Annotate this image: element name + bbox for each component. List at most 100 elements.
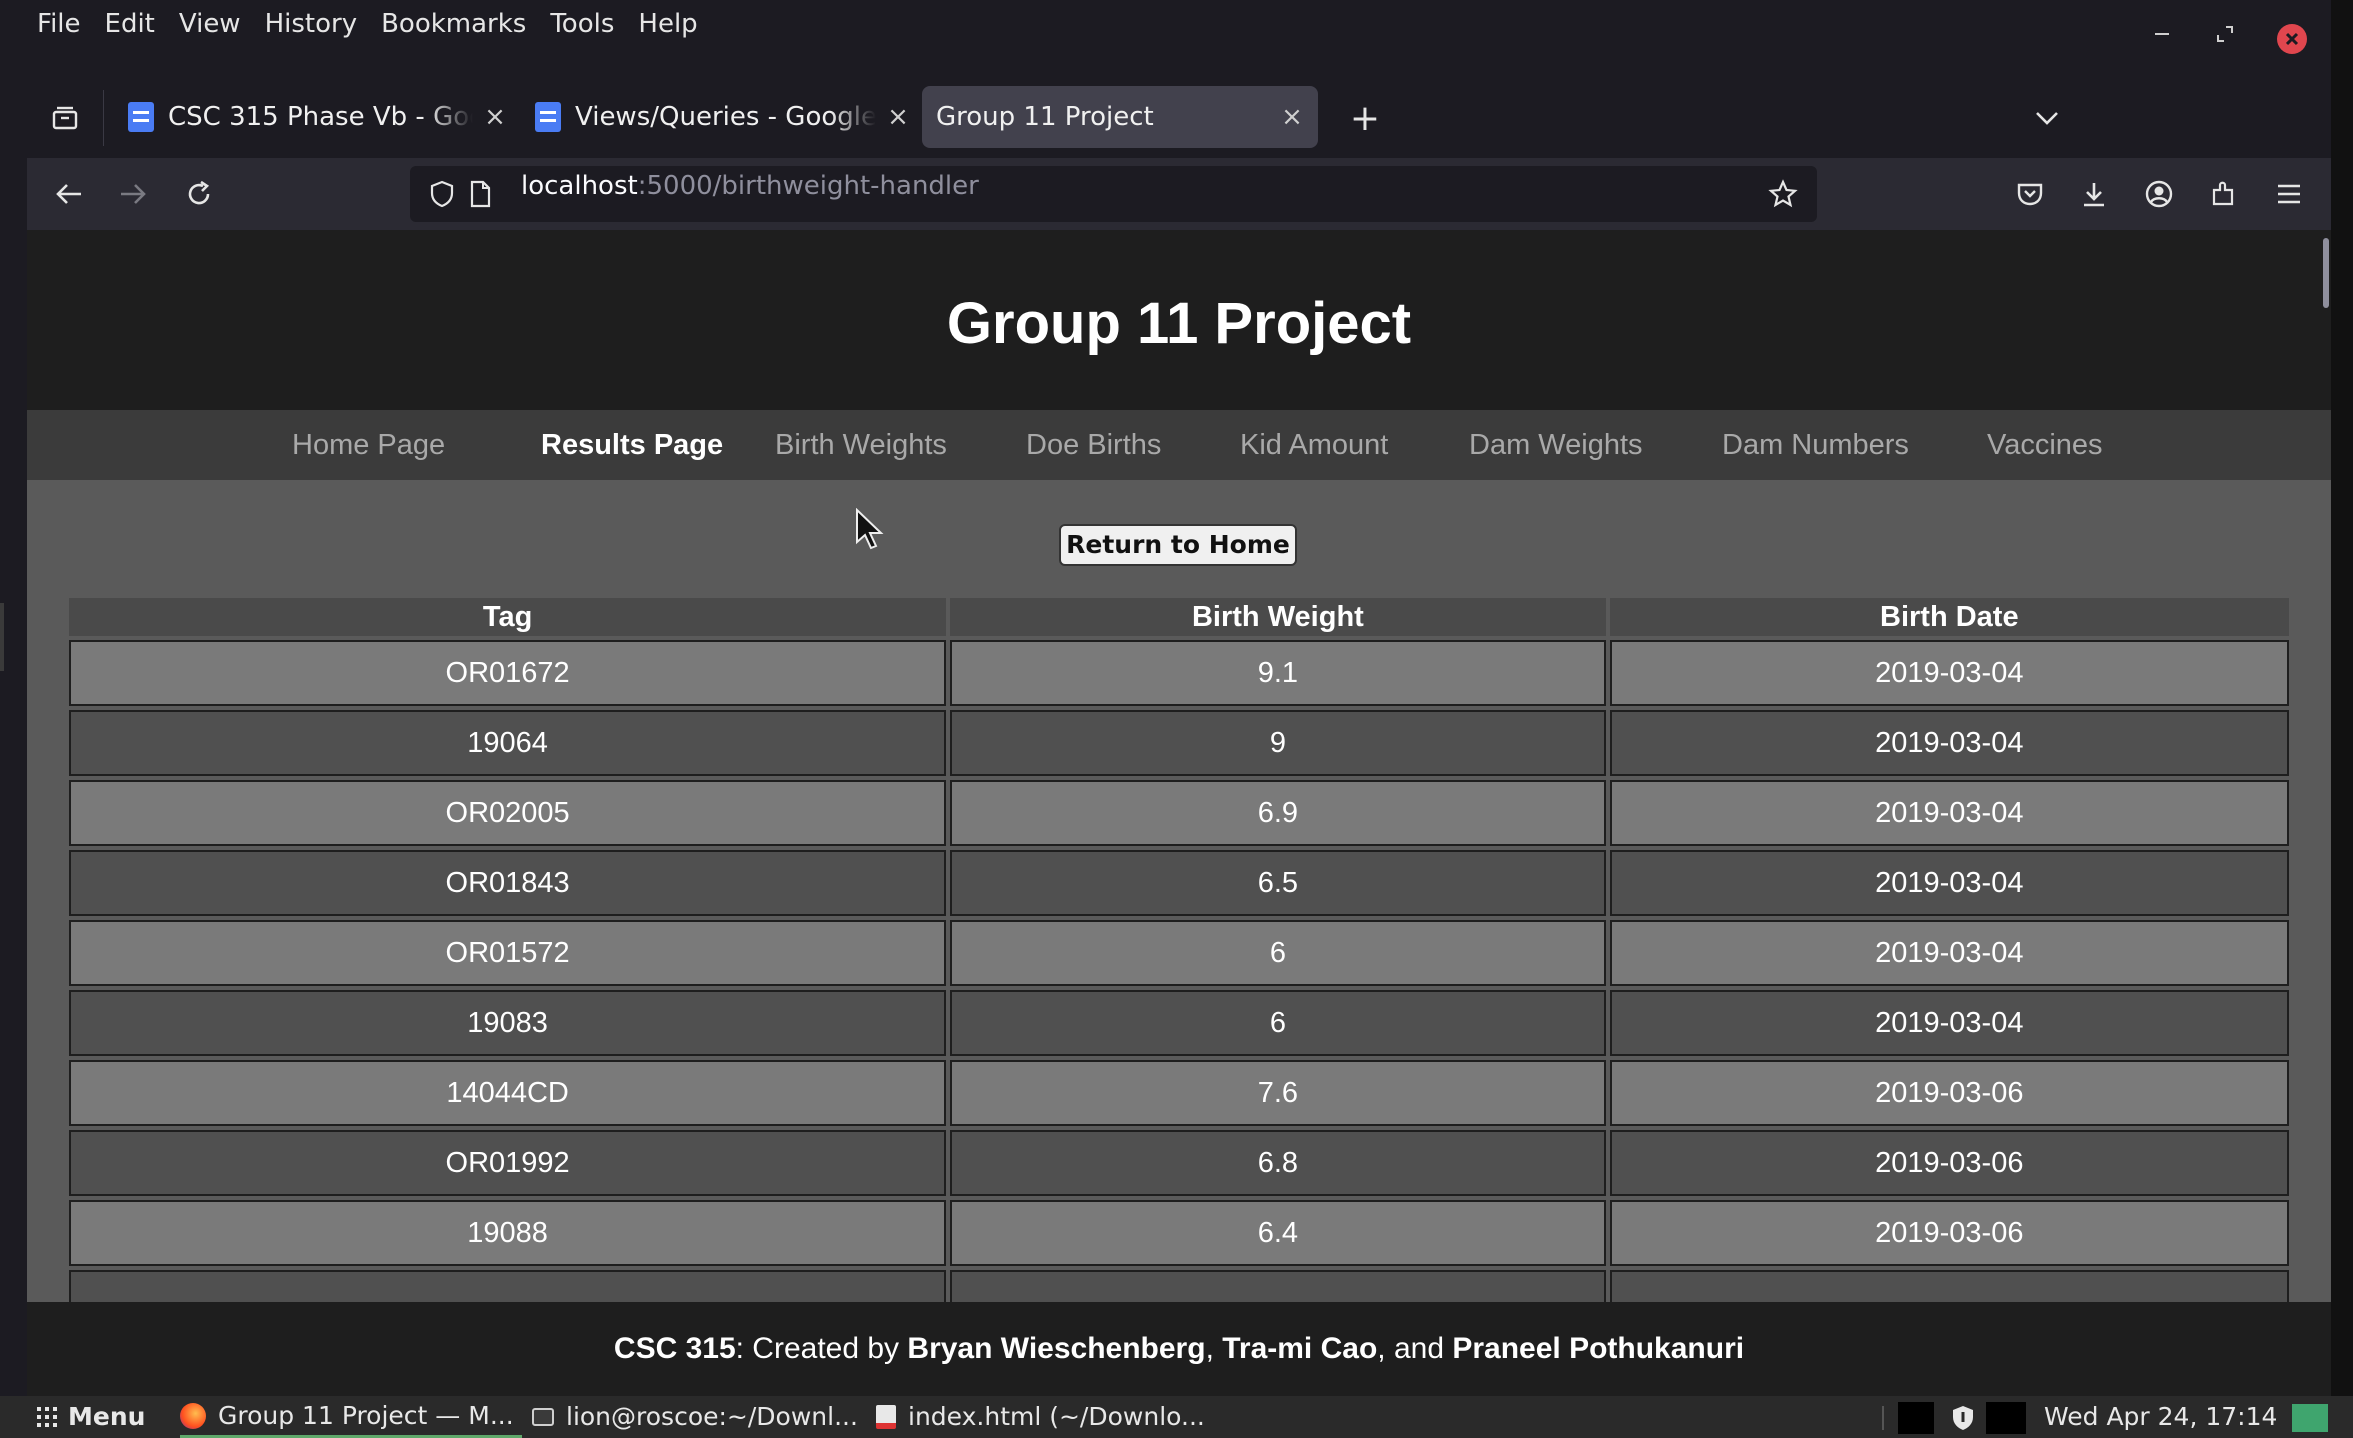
cell-tag: OR01572 <box>69 920 947 986</box>
terminal-icon <box>532 1408 554 1426</box>
nav-dam-numbers[interactable]: Dam Numbers <box>1722 410 1909 480</box>
site-footer: CSC 315: Created by Bryan Wieschenberg , … <box>27 1302 2331 1396</box>
menu-history[interactable]: History <box>253 9 370 39</box>
tab-views-queries-doc[interactable]: Views/Queries - Google Docs × <box>521 86 924 148</box>
tab-label: Group 11 Project <box>936 102 1154 132</box>
minimize-icon[interactable] <box>2151 22 2175 46</box>
tab-separator <box>103 90 104 146</box>
maximize-icon[interactable] <box>2213 22 2237 46</box>
bookmark-star-icon[interactable] <box>1763 174 1803 214</box>
tab-group11-project[interactable]: Group 11 Project × <box>922 86 1318 148</box>
page-info-icon[interactable] <box>460 174 500 214</box>
system-clock[interactable]: Wed Apr 24, 17:14 <box>2044 1396 2277 1438</box>
tab-close-icon[interactable]: × <box>886 102 910 132</box>
table-row: 19083 6 2019-03-04 <box>69 990 2289 1056</box>
menu-bookmarks[interactable]: Bookmarks <box>369 9 538 39</box>
cell-tag: 14044CD <box>69 1060 947 1126</box>
taskbar-item-firefox[interactable]: Group 11 Project — M... <box>180 1396 522 1438</box>
tray-icon-blank[interactable] <box>1898 1402 1934 1434</box>
shield-icon[interactable] <box>422 174 462 214</box>
forward-arrow-icon[interactable] <box>113 174 153 214</box>
footer-author-1: Bryan Wieschenberg <box>907 1332 1206 1365</box>
cell-tag: 19088 <box>69 1200 947 1266</box>
back-arrow-icon[interactable] <box>49 174 89 214</box>
menu-file[interactable]: File <box>27 9 93 39</box>
cell-birth-weight: 6.5 <box>950 850 1606 916</box>
vertical-scrollbar[interactable] <box>2323 238 2329 308</box>
start-menu-button[interactable]: Menu <box>36 1396 145 1438</box>
cell-birth-weight: 6.9 <box>950 780 1606 846</box>
cell-birth-weight: 6 <box>950 920 1606 986</box>
nav-dam-weights[interactable]: Dam Weights <box>1469 410 1643 480</box>
table-row: OR01572 6 2019-03-04 <box>69 920 2289 986</box>
account-icon[interactable] <box>2139 174 2179 214</box>
nav-results-page[interactable]: Results Page <box>541 410 723 480</box>
security-shield-icon[interactable] <box>1948 1402 1978 1434</box>
show-desktop-icon[interactable] <box>2292 1404 2328 1432</box>
extensions-icon[interactable] <box>2204 174 2244 214</box>
taskbar-item-terminal[interactable]: lion@roscoe:~/Downl... <box>532 1396 858 1438</box>
taskbar-item-label: Group 11 Project — M... <box>218 1400 514 1430</box>
cell-birth-date: 2019-03-04 <box>1609 920 2289 986</box>
desktop-left-edge <box>0 0 27 1438</box>
cell-birth-weight <box>950 1270 1606 1302</box>
nav-vaccines[interactable]: Vaccines <box>1987 410 2103 480</box>
os-taskbar: Menu Group 11 Project — M... lion@roscoe… <box>0 1396 2353 1438</box>
tab-label: Views/Queries - Google Docs <box>575 102 876 132</box>
navigation-toolbar: localhost:5000/birthweight-handler <box>27 158 2331 230</box>
cell-tag: OR01672 <box>69 640 947 706</box>
menu-tools[interactable]: Tools <box>538 9 626 39</box>
nav-birth-weights[interactable]: Birth Weights <box>775 410 947 480</box>
footer-text: : Created by <box>735 1332 908 1365</box>
site-header: Group 11 Project <box>27 230 2331 410</box>
new-tab-button[interactable]: + <box>1345 98 1385 139</box>
reload-icon[interactable] <box>179 174 219 214</box>
cell-birth-weight: 6.8 <box>950 1130 1606 1196</box>
tab-close-icon[interactable]: × <box>483 102 507 132</box>
app-grid-icon <box>37 1407 57 1427</box>
nav-home-page[interactable]: Home Page <box>292 410 445 480</box>
table-row: 14044CD 7.6 2019-03-06 <box>69 1060 2289 1126</box>
menu-help[interactable]: Help <box>626 9 709 39</box>
cell-birth-date: 2019-03-04 <box>1609 710 2289 776</box>
nav-kid-amount[interactable]: Kid Amount <box>1240 410 1388 480</box>
taskbar-item-label: index.html (~/Downlo... <box>908 1402 1205 1431</box>
desktop-right-edge <box>2331 0 2353 1396</box>
tab-close-icon[interactable]: × <box>1280 102 1304 132</box>
url-text[interactable]: localhost:5000/birthweight-handler <box>521 158 979 214</box>
tab-bar: CSC 315 Phase Vb - Google Docs × Views/Q… <box>27 80 2331 156</box>
close-window-icon[interactable] <box>2277 24 2307 54</box>
taskbar-item-text-editor[interactable]: index.html (~/Downlo... <box>876 1396 1205 1438</box>
desktop-edge-marker <box>0 603 4 671</box>
tab-overview-icon[interactable] <box>45 98 85 138</box>
tab-label: CSC 315 Phase Vb - Google Docs <box>168 102 473 132</box>
tray-separator <box>1882 1406 1884 1430</box>
footer-course: CSC 315 <box>613 1332 736 1365</box>
column-header-tag: Tag <box>69 598 947 636</box>
table-row <box>69 1270 2289 1302</box>
cell-tag: 19083 <box>69 990 947 1056</box>
tab-csc315-doc[interactable]: CSC 315 Phase Vb - Google Docs × <box>114 86 521 148</box>
tab-list-chevron-icon[interactable] <box>2027 98 2067 138</box>
cell-birth-weight: 9 <box>950 710 1606 776</box>
pocket-icon[interactable] <box>2010 174 2050 214</box>
cell-tag: 19064 <box>69 710 947 776</box>
table-row: 19088 6.4 2019-03-06 <box>69 1200 2289 1266</box>
web-page: Group 11 Project Home Page Results Page … <box>27 230 2331 1302</box>
downloads-icon[interactable] <box>2074 174 2114 214</box>
cell-birth-date: 2019-03-04 <box>1609 990 2289 1056</box>
tray-icon-blank[interactable] <box>1986 1402 2026 1434</box>
birth-weight-table: Tag Birth Weight Birth Date OR01672 9.1 … <box>65 594 2293 1302</box>
cell-birth-weight: 6.4 <box>950 1200 1606 1266</box>
table-row: OR01992 6.8 2019-03-06 <box>69 1130 2289 1196</box>
results-content: Return to Home Tag Birth Weight Birth Da… <box>27 480 2331 1302</box>
taskbar-item-label: lion@roscoe:~/Downl... <box>566 1402 858 1431</box>
cell-tag: OR01843 <box>69 850 947 916</box>
menu-edit[interactable]: Edit <box>93 9 167 39</box>
hamburger-menu-icon[interactable] <box>2269 174 2309 214</box>
return-to-home-button[interactable]: Return to Home <box>1059 524 1297 566</box>
menu-view[interactable]: View <box>167 9 253 39</box>
menu-bar: File Edit View History Bookmarks Tools H… <box>27 0 2331 48</box>
nav-doe-births[interactable]: Doe Births <box>1026 410 1161 480</box>
mouse-cursor-icon <box>856 508 884 550</box>
